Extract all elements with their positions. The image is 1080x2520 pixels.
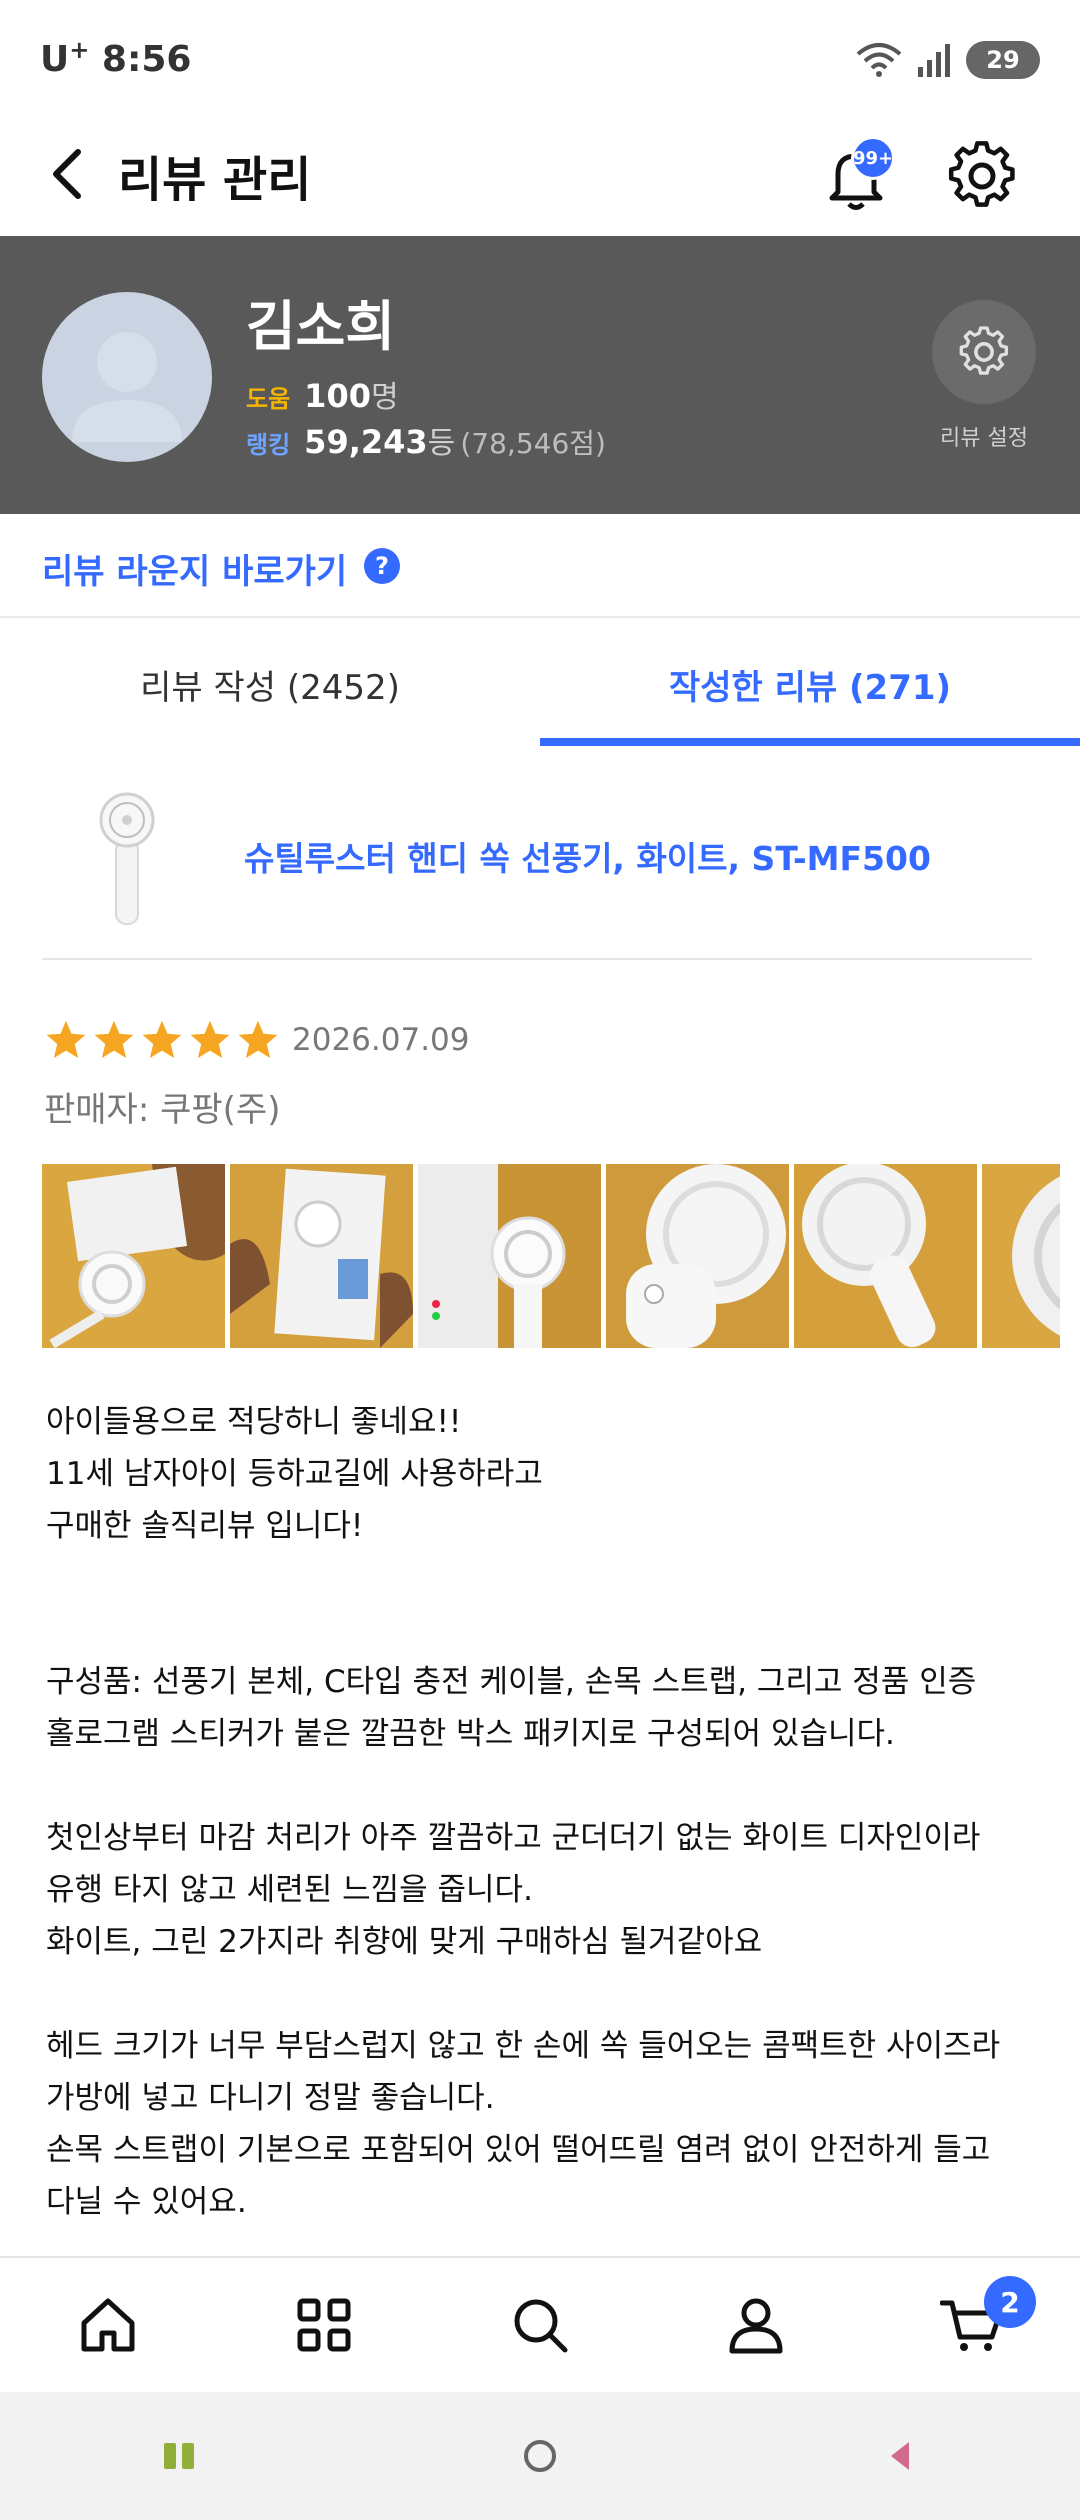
status-icons: 29 [856, 40, 1040, 80]
avatar[interactable] [42, 292, 212, 462]
nav-categories[interactable] [279, 2280, 369, 2370]
rank-unit: 등 [427, 426, 456, 461]
review-paragraph: 첫인상부터 마감 처리가 아주 깔끔하고 군더더기 없는 화이트 디자인이라 유… [46, 1820, 981, 1960]
settings-button[interactable] [944, 138, 1020, 214]
review-photos [42, 1164, 1060, 1348]
bottom-nav [0, 2256, 1080, 2392]
review-paragraph: 구성품: 선풍기 본체, C타입 충전 케이블, 손목 스트랩, 그리고 정품 … [46, 1664, 977, 1752]
wifi-icon [856, 43, 902, 77]
system-nav-bar [0, 2392, 1080, 2520]
cart-badge: 2 [984, 2276, 1036, 2328]
review-tabs: 리뷰 작성 (2452) 작성한 리뷰 (271) [0, 620, 1080, 748]
tab-written-reviews[interactable]: 작성한 리뷰 (271) [540, 620, 1080, 748]
search-icon [514, 2299, 568, 2353]
help-label: 도움 [246, 385, 291, 413]
star-icon [94, 1020, 134, 1058]
nav-search[interactable] [495, 2280, 585, 2370]
review-photo[interactable] [794, 1164, 977, 1348]
notification-badge: 99+ [851, 136, 895, 180]
back-arrow-icon [53, 149, 81, 199]
back-button[interactable] [36, 142, 100, 206]
product-title[interactable]: 슈틸루스터 핸디 쏙 선풍기, 화이트, ST-MF500 [244, 832, 931, 880]
help-count-row: 도움 100명 [246, 372, 399, 416]
review-content: 아이들용으로 적당하니 좋네요!! 11세 남자아이 등하교길에 사용하라고 구… [46, 1396, 1046, 2228]
star-icon [142, 1020, 182, 1058]
rank-score: (78,546점) [460, 427, 606, 460]
gear-icon [959, 326, 1009, 375]
product-row[interactable]: 슈틸루스터 핸디 쏙 선풍기, 화이트, ST-MF500 [42, 760, 1032, 960]
review-title: 아이들용으로 적당하니 좋네요!! [46, 1404, 462, 1440]
review-photo[interactable] [418, 1164, 601, 1348]
recent-apps-button[interactable] [135, 2411, 225, 2501]
product-thumbnail[interactable] [82, 788, 172, 928]
help-unit: 명 [370, 380, 399, 415]
review-photo[interactable] [230, 1164, 413, 1348]
review-paragraph: 헤드 크기가 너무 부담스럽지 않고 한 손에 쏙 들어오는 콤팩트한 사이즈라… [46, 2028, 1001, 2220]
nav-home[interactable] [63, 2280, 153, 2370]
seller-label: 판매자: 쿠팡(주) [44, 1090, 281, 1130]
back-triangle-icon [891, 2442, 909, 2470]
rank-value: 59,243 [304, 423, 428, 461]
review-lounge-link[interactable]: 리뷰 라운지 바로가기 ? [0, 514, 1080, 618]
person-silhouette-icon [72, 332, 182, 442]
review-settings-button[interactable] [932, 300, 1036, 404]
status-bar: U+ 8:56 29 [0, 0, 1080, 120]
tab-write-review[interactable]: 리뷰 작성 (2452) [0, 620, 540, 748]
back-system-button[interactable] [855, 2411, 945, 2501]
profile-name: 김소희 [246, 295, 396, 358]
person-icon [729, 2298, 783, 2354]
question-icon[interactable]: ? [364, 548, 400, 584]
battery-icon: 29 [966, 41, 1040, 79]
profile-banner: 김소희 도움 100명 랭킹 59,243등 (78,546점) 리뷰 설정 [0, 236, 1080, 514]
rank-label: 랭킹 [246, 431, 291, 459]
review-photo[interactable] [982, 1164, 1060, 1348]
active-tab-indicator [540, 738, 1080, 746]
recents-icon [164, 2443, 194, 2469]
carrier-label: U+ 8:56 [40, 36, 192, 80]
review-paragraph: 11세 남자아이 등하교길에 사용하라고 구매한 솔직리뷰 입니다! [46, 1456, 543, 1544]
review-settings-label: 리뷰 설정 [940, 426, 1028, 451]
gear-icon [948, 141, 1015, 207]
star-icon [46, 1020, 86, 1058]
home-icon [81, 2298, 135, 2352]
lounge-link-text[interactable]: 리뷰 라운지 바로가기 [42, 544, 347, 593]
home-system-button[interactable] [495, 2411, 585, 2501]
grid-icon [297, 2298, 351, 2352]
signal-icon [918, 44, 950, 77]
star-icon [238, 1020, 278, 1058]
star-icon [190, 1020, 230, 1058]
star-rating [44, 1018, 280, 1062]
review-photo[interactable] [606, 1164, 789, 1348]
status-time: 8:56 [101, 39, 192, 80]
help-count: 100 [304, 377, 371, 415]
ranking-row: 랭킹 59,243등 (78,546점) [246, 418, 606, 462]
page-title: 리뷰 관리 [118, 152, 312, 208]
app-header: 리뷰 관리 [0, 120, 1080, 236]
nav-my-account[interactable] [711, 2280, 801, 2370]
review-date: 2026.07.09 [292, 1022, 470, 1058]
home-circle-icon [524, 2440, 556, 2472]
review-photo[interactable] [42, 1164, 225, 1348]
